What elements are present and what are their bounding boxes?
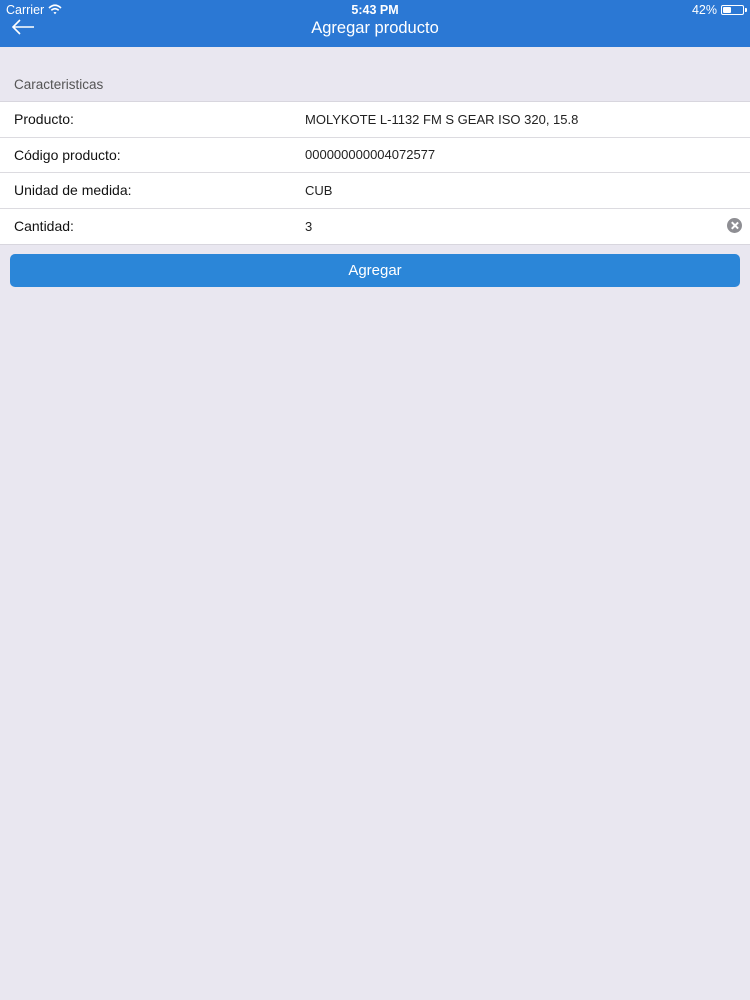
product-label: Producto: <box>14 111 74 128</box>
battery-percentage: 42% <box>691 3 717 17</box>
navigation-bar: Agregar producto <box>0 17 750 47</box>
unit-label: Unidad de medida: <box>14 182 132 199</box>
add-button[interactable]: Agregar <box>10 254 740 287</box>
top-bar: Carrier 5:43 PM 42% Agregar producto <box>0 0 750 47</box>
product-form: Producto: MOLYKOTE L-1132 FM S GEAR ISO … <box>0 101 750 245</box>
product-code-row: Código producto: 000000000004072577 <box>0 138 750 173</box>
page-title: Agregar producto <box>311 19 439 37</box>
product-code-label: Código producto: <box>14 146 121 163</box>
unit-value: CUB <box>305 182 333 198</box>
battery-icon <box>721 5 747 15</box>
clear-quantity-icon[interactable] <box>727 217 742 233</box>
product-code-value: 000000000004072577 <box>305 147 436 163</box>
quantity-input[interactable] <box>305 218 705 234</box>
quantity-row: Cantidad: <box>0 209 750 245</box>
battery-fill <box>723 7 731 13</box>
clock: 5:43 PM <box>351 3 399 17</box>
unit-row: Unidad de medida: CUB <box>0 173 750 209</box>
product-row: Producto: MOLYKOTE L-1132 FM S GEAR ISO … <box>0 102 750 138</box>
section-header: Caracteristicas <box>14 77 104 92</box>
product-value: MOLYKOTE L-1132 FM S GEAR ISO 320, 15.8 <box>305 111 579 127</box>
quantity-label: Cantidad: <box>14 218 74 235</box>
